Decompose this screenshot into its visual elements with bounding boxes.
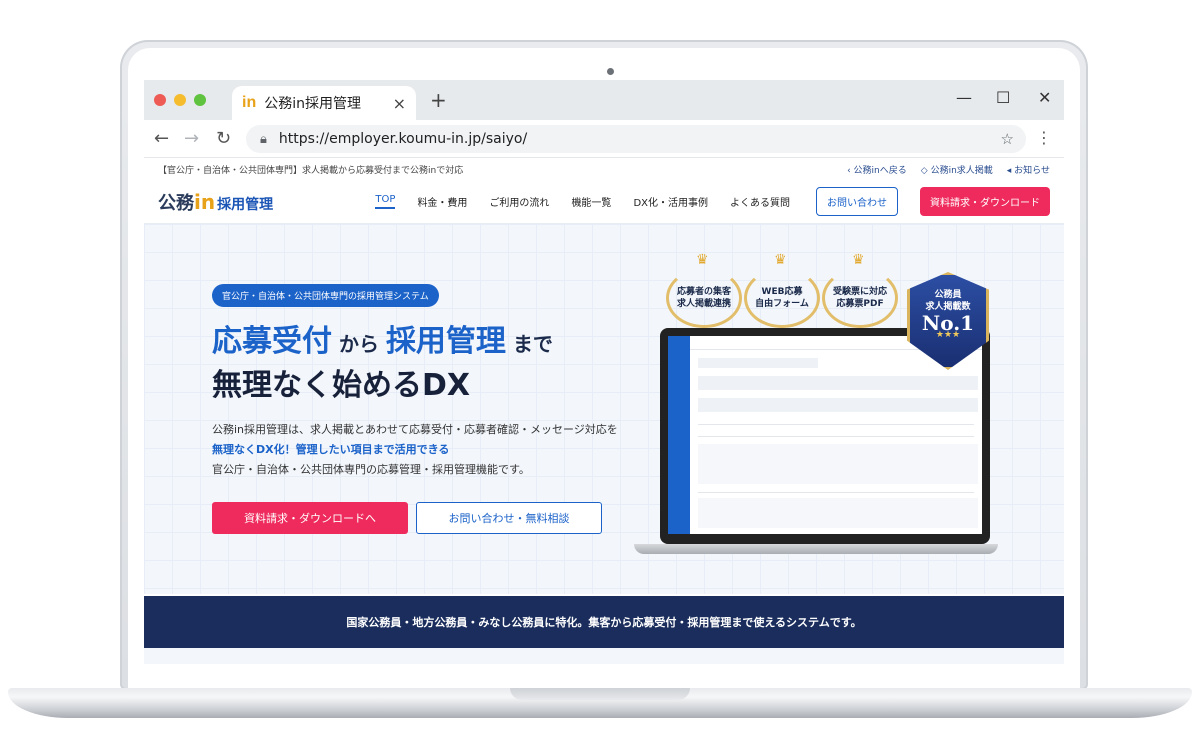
nav-top[interactable]: TOP bbox=[375, 194, 396, 209]
forward-arrow-icon[interactable]: → bbox=[184, 128, 199, 149]
tab-title: 公務in採用管理 bbox=[264, 96, 361, 112]
laurel-icon bbox=[666, 268, 742, 328]
nav-pricing[interactable]: 料金・費用 bbox=[417, 194, 467, 209]
hero-pill: 官公庁・自治体・公共団体専門の採用管理システム bbox=[212, 284, 439, 307]
maximize-icon[interactable]: ☐ bbox=[996, 88, 1010, 107]
contact-button[interactable]: お問い合わせ bbox=[816, 187, 898, 216]
feature-banner: 国家公務員・地方公務員・みなし公務員に特化。集客から応募受付・採用管理まで使える… bbox=[144, 596, 1064, 648]
tab-close-icon[interactable]: × bbox=[393, 94, 406, 113]
hero-section: 官公庁・自治体・公共団体専門の採用管理システム 応募受付 から 採用管理 まで … bbox=[144, 224, 1064, 594]
news-link[interactable]: ◂ お知らせ bbox=[1007, 163, 1050, 176]
logo-in: in bbox=[194, 189, 216, 214]
back-to-koumuin-link[interactable]: ‹ 公務inへ戻る bbox=[847, 163, 907, 176]
topline-text: 【官公庁・自治体・公共団体専門】求人掲載から応募受付まで公務inで対応 bbox=[158, 165, 464, 176]
nav-faq[interactable]: よくある質問 bbox=[730, 194, 790, 209]
screen: in 公務in採用管理 × + — ☐ ✕ ← → ↻ 🔒︎ https://e… bbox=[144, 80, 1064, 664]
close-icon[interactable]: ✕ bbox=[1038, 88, 1051, 107]
crown-icon: ♛ bbox=[852, 252, 865, 268]
site-topline: 【官公庁・自治体・公共団体専門】求人掲載から応募受付まで公務inで対応 ‹ 公務… bbox=[144, 158, 1064, 180]
camera-icon bbox=[607, 68, 614, 75]
laptop-notch bbox=[510, 688, 690, 700]
maximize-window-dot[interactable] bbox=[194, 94, 206, 106]
minimize-window-dot[interactable] bbox=[174, 94, 186, 106]
crown-icon: ♛ bbox=[696, 252, 709, 268]
crown-icon: ♛ bbox=[774, 252, 787, 268]
nav-features[interactable]: 機能一覧 bbox=[571, 194, 611, 209]
laurel-icon bbox=[822, 268, 898, 328]
url-text: https://employer.koumu-in.jp/saiyo/ bbox=[278, 131, 528, 147]
badge-pdf: ♛ 受験票に対応 応募票PDF bbox=[822, 253, 898, 328]
request-docs-cta-button[interactable]: 資料請求・ダウンロードへ bbox=[212, 502, 408, 534]
browser-toolbar: ← → ↻ 🔒︎ https://employer.koumu-in.jp/sa… bbox=[144, 120, 1064, 158]
hero-headline-1: 応募受付 から 採用管理 まで bbox=[212, 324, 553, 359]
bookmark-star-icon[interactable]: ☆ bbox=[1001, 130, 1014, 148]
contact-consult-button[interactable]: お問い合わせ・無料相談 bbox=[416, 502, 602, 534]
new-tab-button[interactable]: + bbox=[430, 88, 447, 112]
logo-main: 公務 bbox=[158, 192, 194, 214]
badge-web-apply: ♛ WEB応募 自由フォーム bbox=[744, 253, 820, 328]
lock-icon[interactable]: 🔒︎ bbox=[260, 132, 267, 147]
laurel-icon bbox=[744, 268, 820, 328]
request-docs-button[interactable]: 資料請求・ダウンロード bbox=[920, 187, 1050, 216]
close-window-dot[interactable] bbox=[154, 94, 166, 106]
address-bar[interactable]: 🔒︎ https://employer.koumu-in.jp/saiyo/ ☆ bbox=[246, 125, 1026, 153]
badge-job-posting: ♛ 応募者の集客 求人掲載連携 bbox=[666, 253, 742, 328]
minimize-icon[interactable]: — bbox=[956, 88, 972, 107]
site-logo[interactable]: 公務 in 採用管理 bbox=[158, 189, 273, 215]
browser-tabbar: in 公務in採用管理 × + — ☐ ✕ bbox=[144, 80, 1064, 120]
hero-headline-2: 無理なく始めるDX bbox=[212, 368, 471, 403]
site-header: 公務 in 採用管理 TOP 料金・費用 ご利用の流れ 機能一覧 DX化・活用事例 … bbox=[144, 180, 1064, 224]
koumuin-job-posting-link[interactable]: ◇ 公務in求人掲載 bbox=[921, 163, 993, 176]
bottom-strip bbox=[144, 648, 1064, 664]
nav-cases[interactable]: DX化・活用事例 bbox=[633, 194, 708, 209]
main-nav: TOP 料金・費用 ご利用の流れ 機能一覧 DX化・活用事例 よくある質問 お問… bbox=[375, 187, 1050, 216]
logo-sub: 採用管理 bbox=[217, 196, 274, 213]
hero-description: 公務in採用管理は、求人掲載とあわせて応募受付・応募者確認・メッセージ対応を 無… bbox=[212, 423, 618, 476]
nav-flow[interactable]: ご利用の流れ bbox=[489, 194, 549, 209]
reload-icon[interactable]: ↻ bbox=[216, 128, 231, 149]
menu-dots-icon[interactable]: ⋮ bbox=[1036, 128, 1052, 147]
back-arrow-icon[interactable]: ← bbox=[154, 128, 169, 149]
product-screenshot bbox=[668, 336, 982, 534]
product-screenshot-base bbox=[634, 544, 998, 554]
favicon-icon: in bbox=[242, 94, 257, 111]
browser-tab[interactable]: in 公務in採用管理 × bbox=[232, 86, 416, 120]
